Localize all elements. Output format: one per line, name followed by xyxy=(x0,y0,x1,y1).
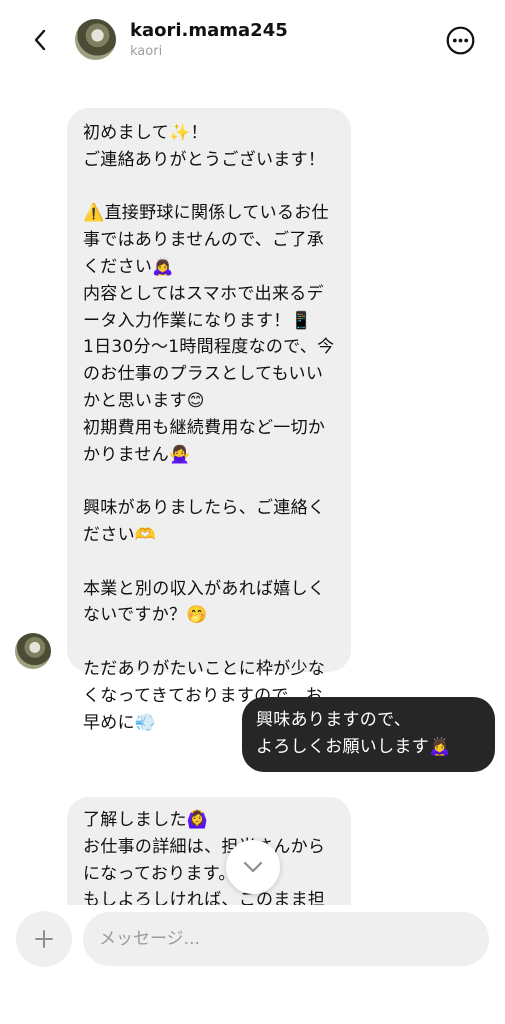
display-name: kaori xyxy=(130,44,163,59)
avatar[interactable] xyxy=(75,19,116,60)
received-message[interactable]: 初めまして✨！ ご連絡ありがとうございます！ ⚠️直接野球に関係しているお仕事で… xyxy=(67,108,351,733)
add-attachment-button[interactable] xyxy=(16,911,72,967)
back-button[interactable] xyxy=(26,26,54,54)
chevron-left-icon xyxy=(34,29,46,51)
chat-header: kaori.mama245 kaori xyxy=(0,0,505,84)
more-horizontal-circle-icon xyxy=(446,26,475,55)
scroll-to-bottom-button[interactable] xyxy=(226,840,280,894)
chevron-down-icon xyxy=(243,861,263,873)
message-input[interactable] xyxy=(83,912,489,966)
sent-message[interactable]: 興味ありますので、 よろしくお願いします🙇‍♀️ xyxy=(242,697,495,772)
plus-icon xyxy=(35,930,53,948)
more-options-button[interactable] xyxy=(446,26,475,55)
sender-avatar[interactable] xyxy=(15,633,51,669)
username[interactable]: kaori.mama245 xyxy=(130,20,288,41)
